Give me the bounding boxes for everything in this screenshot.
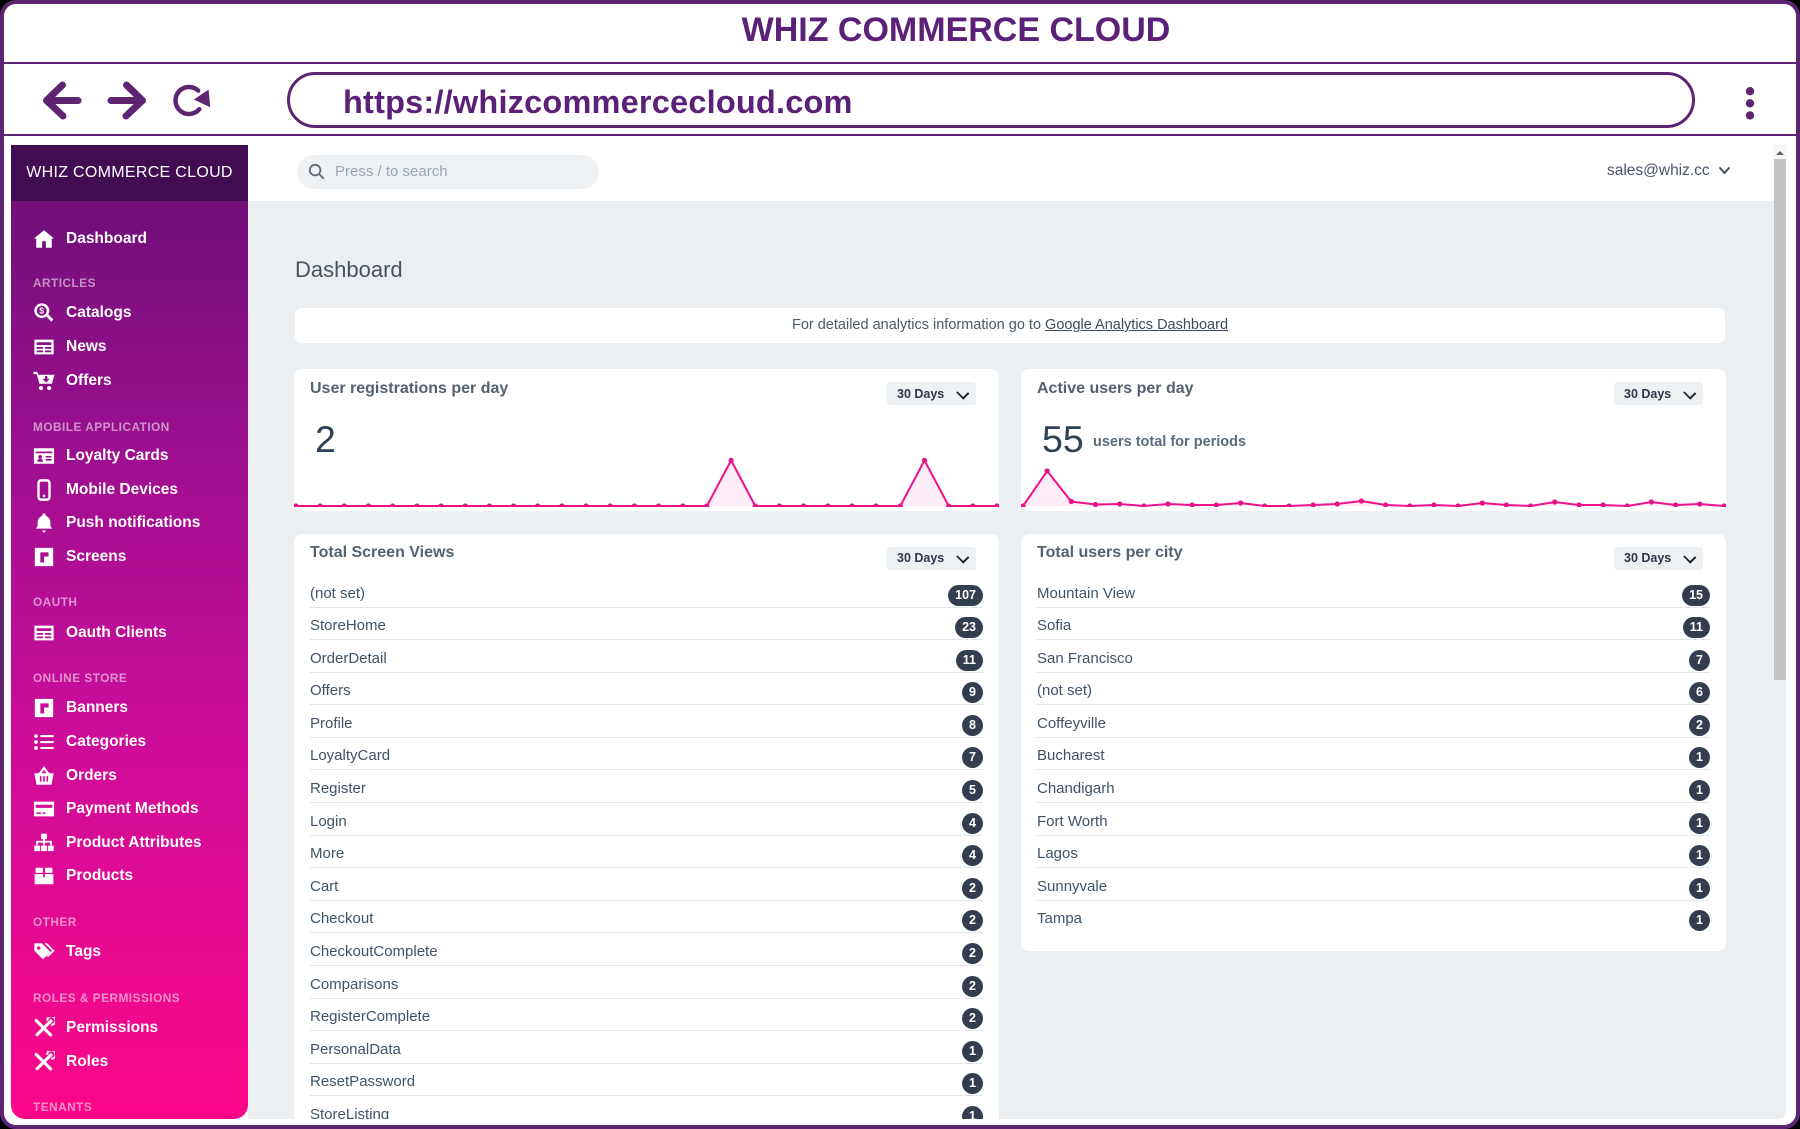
svg-text:$: $ [39, 306, 44, 316]
